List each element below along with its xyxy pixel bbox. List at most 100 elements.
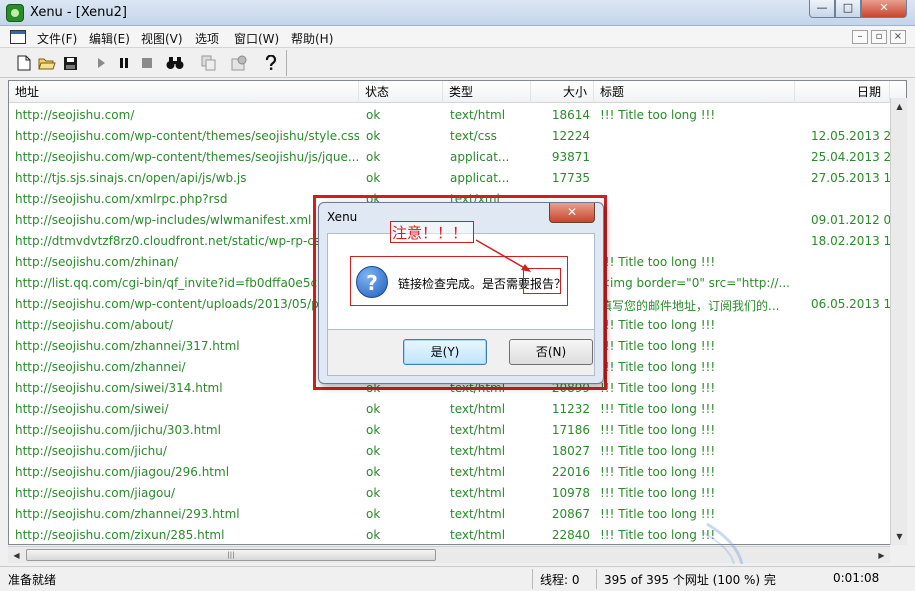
row-size: 17186 (551, 423, 590, 437)
table-row[interactable]: http://seojishu.com/jiagou/ok text/html 10… (9, 483, 906, 504)
row-status: ok (366, 108, 381, 122)
row-url: http://seojishu.com/jiagou/296.html (15, 465, 230, 479)
row-url: http://seojishu.com/zhannei/317.html (15, 339, 240, 353)
dialog-close-button[interactable]: ✕ (549, 203, 595, 223)
row-title: !!! Title too long !!! (600, 339, 716, 353)
row-url: http://seojishu.com/about/ (15, 318, 174, 332)
row-title: !!! Title too long !!! (600, 381, 716, 395)
row-size: 22016 (551, 465, 590, 479)
row-url: http://seojishu.com/siwei/ (15, 402, 169, 416)
column-header-status[interactable]: 状态 (359, 81, 443, 103)
row-title: !!! Title too long !!! (600, 318, 716, 332)
list-header: 地址 状态 类型 大小 标题 日期 (9, 81, 906, 103)
table-row[interactable]: http://seojishu.com/jichu/ok text/html 180… (9, 441, 906, 462)
table-row[interactable]: http://seojishu.com/wp-content/themes/se… (9, 126, 906, 147)
dialog-footer: 是(Y) 否(N) (327, 330, 595, 376)
row-type: text/html (450, 486, 506, 500)
report-word-highlight-frame (523, 268, 561, 294)
row-url: http://list.qq.com/cgi-bin/qf_invite?id=… (15, 276, 325, 290)
row-title: !!! Title too long !!! (600, 360, 716, 374)
save-icon[interactable] (61, 54, 79, 72)
scroll-up-icon[interactable]: ▲ (891, 98, 908, 115)
column-header-date[interactable]: 日期 (795, 81, 890, 103)
row-status: ok (366, 486, 381, 500)
row-url: http://seojishu.com/wp-content/themes/se… (15, 129, 359, 143)
column-header-size[interactable]: 大小 (531, 81, 594, 103)
toolbar (0, 48, 915, 78)
menu-view[interactable]: 视图(V) (141, 30, 183, 47)
row-status: ok (366, 150, 381, 164)
row-size: 10978 (551, 486, 590, 500)
row-size: 17735 (551, 171, 590, 185)
row-type: text/html (450, 465, 506, 479)
play-icon[interactable] (92, 54, 110, 72)
row-size: 20867 (551, 507, 590, 521)
row-type: text/html (450, 528, 506, 542)
menu-window[interactable]: 窗口(W) (234, 30, 279, 47)
open-folder-icon[interactable] (38, 54, 56, 72)
menu-edit[interactable]: 编辑(E) (89, 30, 130, 47)
column-header-title[interactable]: 标题 (594, 81, 795, 103)
close-button[interactable]: ✕ (861, 0, 907, 18)
row-url: http://seojishu.com/jichu/303.html (15, 423, 221, 437)
yes-button[interactable]: 是(Y) (403, 339, 487, 365)
table-row[interactable]: http://tjs.sjs.sinajs.cn/open/api/js/wb.… (9, 168, 906, 189)
window-title: Xenu - [Xenu2] (30, 5, 127, 20)
mdi-document-icon[interactable] (10, 30, 26, 44)
row-url: http://seojishu.com/zhinan/ (15, 255, 179, 269)
mdi-minimize-button[interactable]: – (852, 30, 868, 44)
table-row[interactable]: http://seojishu.com/ok text/html 18614 !!! … (9, 105, 906, 126)
row-status: ok (366, 402, 381, 416)
minimize-button[interactable]: — (809, 0, 835, 18)
row-type: text/css (450, 129, 497, 143)
vertical-scrollbar[interactable]: ▲ ▼ (890, 98, 907, 545)
row-size: 93871 (551, 150, 590, 164)
maximize-button[interactable]: □ (835, 0, 861, 18)
menu-file[interactable]: 文件(F) (37, 30, 77, 47)
row-url: http://seojishu.com/ (15, 108, 135, 122)
copy-icon[interactable] (200, 54, 218, 72)
row-status: ok (366, 444, 381, 458)
row-title: !!! Title too long !!! (600, 486, 716, 500)
status-bar: 准备就绪 线程: 0 395 of 395 个网址 (100 %) 完 0:01… (0, 566, 915, 591)
row-title: !!! Title too long !!! (600, 423, 716, 437)
row-title: <img border="0" src="http://... (600, 276, 790, 290)
help-icon[interactable] (262, 54, 280, 72)
status-ready: 准备就绪 (8, 573, 57, 587)
status-divider (532, 569, 533, 589)
annotation-text: 注意！！！ (392, 224, 468, 242)
row-type: text/html (450, 423, 506, 437)
dialog-title: Xenu (327, 210, 358, 224)
row-type: text/html (450, 507, 506, 521)
row-size: 22840 (551, 528, 590, 542)
scroll-left-icon[interactable]: ◀ (8, 547, 25, 564)
menu-options[interactable]: 选项 (195, 30, 219, 47)
row-url: http://seojishu.com/jiagou/ (15, 486, 175, 500)
row-url: http://seojishu.com/xmlrpc.php?rsd (15, 192, 228, 206)
row-url: http://seojishu.com/wp-includes/wlwmanif… (15, 213, 312, 227)
menu-help[interactable]: 帮助(H) (291, 30, 333, 47)
row-title: !!! Title too long !!! (600, 507, 716, 521)
row-title: !!! Title too long !!! (600, 465, 716, 479)
pause-icon[interactable] (115, 54, 133, 72)
window-titlebar: Xenu - [Xenu2] — □ ✕ (0, 0, 915, 26)
table-row[interactable]: http://seojishu.com/siwei/ok text/html 112… (9, 399, 906, 420)
table-row[interactable]: http://seojishu.com/jiagou/296.html ok tex… (9, 462, 906, 483)
mdi-close-button[interactable]: × (890, 30, 906, 44)
column-header-address[interactable]: 地址 (9, 81, 359, 103)
row-status: ok (366, 465, 381, 479)
row-type: text/html (450, 402, 506, 416)
horizontal-scroll-thumb[interactable]: ||| (26, 549, 436, 561)
binoculars-icon[interactable] (166, 54, 184, 72)
row-url: http://dtmvdvtzf8rz0.cloudfront.net/stat… (15, 234, 327, 248)
stop-icon[interactable] (138, 54, 156, 72)
row-status: ok (366, 507, 381, 521)
new-file-icon[interactable] (15, 54, 33, 72)
table-row[interactable]: http://seojishu.com/wp-content/themes/se… (9, 147, 906, 168)
table-row[interactable]: http://seojishu.com/jichu/303.html ok text… (9, 420, 906, 441)
mdi-restore-button[interactable]: ▫ (871, 30, 887, 44)
row-type: applicat... (450, 150, 510, 164)
no-button[interactable]: 否(N) (509, 339, 593, 365)
properties-icon[interactable] (230, 54, 248, 72)
column-header-type[interactable]: 类型 (443, 81, 531, 103)
